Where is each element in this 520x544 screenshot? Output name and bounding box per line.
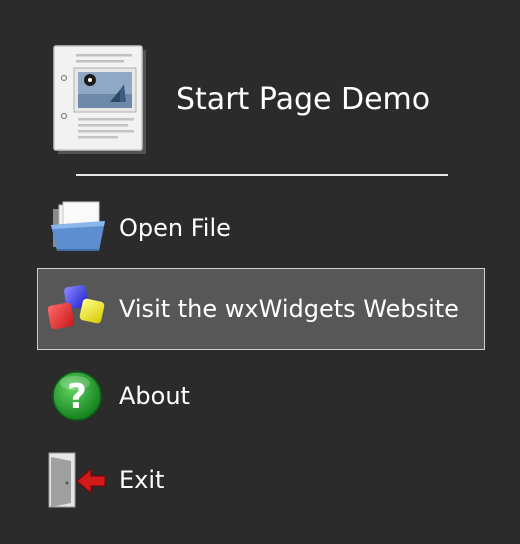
about-button[interactable]: ? About [37,355,485,437]
open-file-label: Open File [119,214,231,242]
wxwidgets-logo-icon [47,285,105,330]
about-label: About [119,382,190,410]
page-title: Start Page Demo [176,82,431,117]
help-question-icon: ? [52,371,102,421]
folder-open-icon [51,201,105,251]
header: Start Page Demo [0,0,520,175]
exit-door-icon [48,452,106,508]
exit-button[interactable]: Exit [37,439,485,521]
document-image-icon [53,45,146,154]
svg-text:?: ? [67,377,87,417]
divider [76,174,448,176]
exit-label: Exit [119,466,165,494]
open-file-button[interactable]: Open File [37,187,485,269]
visit-website-button[interactable]: Visit the wxWidgets Website [37,268,485,350]
visit-website-label: Visit the wxWidgets Website [119,295,459,323]
